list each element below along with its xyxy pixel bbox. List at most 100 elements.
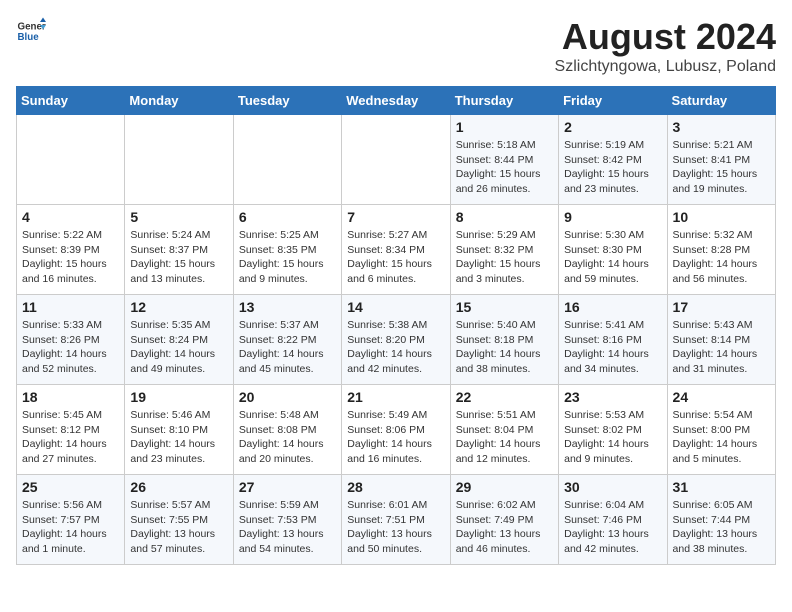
- weekday-header-thursday: Thursday: [450, 87, 558, 115]
- day-info: Sunrise: 5:24 AM Sunset: 8:37 PM Dayligh…: [130, 228, 227, 287]
- month-title: August 2024: [555, 16, 776, 58]
- svg-text:Blue: Blue: [18, 32, 40, 43]
- day-cell: 23 Sunrise: 5:53 AM Sunset: 8:02 PM Dayli…: [559, 385, 667, 475]
- week-row-3: 11 Sunrise: 5:33 AM Sunset: 8:26 PM Dayli…: [17, 295, 776, 385]
- day-number: 24: [673, 389, 770, 405]
- day-number: 31: [673, 479, 770, 495]
- day-number: 11: [22, 299, 119, 315]
- day-info: Sunrise: 5:56 AM Sunset: 7:57 PM Dayligh…: [22, 498, 119, 557]
- day-cell: 29 Sunrise: 6:02 AM Sunset: 7:49 PM Dayli…: [450, 475, 558, 565]
- day-info: Sunrise: 5:51 AM Sunset: 8:04 PM Dayligh…: [456, 408, 553, 467]
- day-info: Sunrise: 5:21 AM Sunset: 8:41 PM Dayligh…: [673, 138, 770, 197]
- day-number: 6: [239, 209, 336, 225]
- day-number: 1: [456, 119, 553, 135]
- day-number: 19: [130, 389, 227, 405]
- day-cell: 9 Sunrise: 5:30 AM Sunset: 8:30 PM Daylig…: [559, 205, 667, 295]
- day-cell: 3 Sunrise: 5:21 AM Sunset: 8:41 PM Daylig…: [667, 115, 775, 205]
- day-info: Sunrise: 5:53 AM Sunset: 8:02 PM Dayligh…: [564, 408, 661, 467]
- day-number: 3: [673, 119, 770, 135]
- day-info: Sunrise: 5:22 AM Sunset: 8:39 PM Dayligh…: [22, 228, 119, 287]
- location-title: Szlichtyngowa, Lubusz, Poland: [555, 58, 776, 76]
- day-cell: 14Sunrise: 5:38 AM Sunset: 8:20 PM Dayli…: [342, 295, 450, 385]
- day-cell: 30Sunrise: 6:04 AM Sunset: 7:46 PM Dayli…: [559, 475, 667, 565]
- weekday-header-row: SundayMondayTuesdayWednesdayThursdayFrid…: [17, 87, 776, 115]
- day-number: 22: [456, 389, 553, 405]
- day-cell: 5 Sunrise: 5:24 AM Sunset: 8:37 PM Daylig…: [125, 205, 233, 295]
- day-cell: 10Sunrise: 5:32 AM Sunset: 8:28 PM Dayli…: [667, 205, 775, 295]
- day-info: Sunrise: 5:45 AM Sunset: 8:12 PM Dayligh…: [22, 408, 119, 467]
- weekday-header-tuesday: Tuesday: [233, 87, 341, 115]
- day-info: Sunrise: 5:49 AM Sunset: 8:06 PM Dayligh…: [347, 408, 444, 467]
- day-cell: 25 Sunrise: 5:56 AM Sunset: 7:57 PM Dayli…: [17, 475, 125, 565]
- day-info: Sunrise: 6:01 AM Sunset: 7:51 PM Dayligh…: [347, 498, 444, 557]
- day-cell: 27Sunrise: 5:59 AM Sunset: 7:53 PM Dayli…: [233, 475, 341, 565]
- day-number: 25: [22, 479, 119, 495]
- day-cell: 24 Sunrise: 5:54 AM Sunset: 8:00 PM Dayli…: [667, 385, 775, 475]
- day-cell: 11 Sunrise: 5:33 AM Sunset: 8:26 PM Dayli…: [17, 295, 125, 385]
- day-cell: 1 Sunrise: 5:18 AM Sunset: 8:44 PM Daylig…: [450, 115, 558, 205]
- day-cell: 18Sunrise: 5:45 AM Sunset: 8:12 PM Dayli…: [17, 385, 125, 475]
- day-number: 13: [239, 299, 336, 315]
- day-info: Sunrise: 5:40 AM Sunset: 8:18 PM Dayligh…: [456, 318, 553, 377]
- day-info: Sunrise: 6:02 AM Sunset: 7:49 PM Dayligh…: [456, 498, 553, 557]
- logo-icon: General Blue: [16, 16, 46, 46]
- day-cell: 21 Sunrise: 5:49 AM Sunset: 8:06 PM Dayli…: [342, 385, 450, 475]
- day-info: Sunrise: 5:30 AM Sunset: 8:30 PM Dayligh…: [564, 228, 661, 287]
- day-number: 10: [673, 209, 770, 225]
- day-info: Sunrise: 5:18 AM Sunset: 8:44 PM Dayligh…: [456, 138, 553, 197]
- week-row-5: 25 Sunrise: 5:56 AM Sunset: 7:57 PM Dayli…: [17, 475, 776, 565]
- day-info: Sunrise: 5:38 AM Sunset: 8:20 PM Dayligh…: [347, 318, 444, 377]
- day-info: Sunrise: 5:57 AM Sunset: 7:55 PM Dayligh…: [130, 498, 227, 557]
- day-cell: 17 Sunrise: 5:43 AM Sunset: 8:14 PM Dayli…: [667, 295, 775, 385]
- day-cell: 2 Sunrise: 5:19 AM Sunset: 8:42 PM Daylig…: [559, 115, 667, 205]
- day-info: Sunrise: 5:19 AM Sunset: 8:42 PM Dayligh…: [564, 138, 661, 197]
- page-header: General Blue August 2024 Szlichtyngowa, …: [16, 16, 776, 76]
- day-info: Sunrise: 6:04 AM Sunset: 7:46 PM Dayligh…: [564, 498, 661, 557]
- day-number: 5: [130, 209, 227, 225]
- day-cell: 8 Sunrise: 5:29 AM Sunset: 8:32 PM Daylig…: [450, 205, 558, 295]
- day-number: 17: [673, 299, 770, 315]
- day-info: Sunrise: 6:05 AM Sunset: 7:44 PM Dayligh…: [673, 498, 770, 557]
- day-number: 27: [239, 479, 336, 495]
- logo: General Blue: [16, 16, 46, 46]
- day-info: Sunrise: 5:54 AM Sunset: 8:00 PM Dayligh…: [673, 408, 770, 467]
- day-info: Sunrise: 5:25 AM Sunset: 8:35 PM Dayligh…: [239, 228, 336, 287]
- day-cell: 31 Sunrise: 6:05 AM Sunset: 7:44 PM Dayli…: [667, 475, 775, 565]
- day-cell: 22 Sunrise: 5:51 AM Sunset: 8:04 PM Dayli…: [450, 385, 558, 475]
- week-row-4: 18Sunrise: 5:45 AM Sunset: 8:12 PM Dayli…: [17, 385, 776, 475]
- day-cell: [233, 115, 341, 205]
- weekday-header-friday: Friday: [559, 87, 667, 115]
- day-number: 2: [564, 119, 661, 135]
- day-info: Sunrise: 5:27 AM Sunset: 8:34 PM Dayligh…: [347, 228, 444, 287]
- day-info: Sunrise: 5:35 AM Sunset: 8:24 PM Dayligh…: [130, 318, 227, 377]
- day-cell: 20Sunrise: 5:48 AM Sunset: 8:08 PM Dayli…: [233, 385, 341, 475]
- day-info: Sunrise: 5:41 AM Sunset: 8:16 PM Dayligh…: [564, 318, 661, 377]
- day-cell: 15Sunrise: 5:40 AM Sunset: 8:18 PM Dayli…: [450, 295, 558, 385]
- day-cell: [17, 115, 125, 205]
- day-number: 9: [564, 209, 661, 225]
- day-info: Sunrise: 5:48 AM Sunset: 8:08 PM Dayligh…: [239, 408, 336, 467]
- day-number: 23: [564, 389, 661, 405]
- calendar-table: SundayMondayTuesdayWednesdayThursdayFrid…: [16, 86, 776, 565]
- day-number: 29: [456, 479, 553, 495]
- day-number: 4: [22, 209, 119, 225]
- day-cell: 16 Sunrise: 5:41 AM Sunset: 8:16 PM Dayli…: [559, 295, 667, 385]
- day-cell: [342, 115, 450, 205]
- day-number: 8: [456, 209, 553, 225]
- day-number: 26: [130, 479, 227, 495]
- week-row-2: 4 Sunrise: 5:22 AM Sunset: 8:39 PM Daylig…: [17, 205, 776, 295]
- day-info: Sunrise: 5:29 AM Sunset: 8:32 PM Dayligh…: [456, 228, 553, 287]
- week-row-1: 1 Sunrise: 5:18 AM Sunset: 8:44 PM Daylig…: [17, 115, 776, 205]
- day-info: Sunrise: 5:33 AM Sunset: 8:26 PM Dayligh…: [22, 318, 119, 377]
- day-number: 21: [347, 389, 444, 405]
- day-cell: 13 Sunrise: 5:37 AM Sunset: 8:22 PM Dayli…: [233, 295, 341, 385]
- weekday-header-wednesday: Wednesday: [342, 87, 450, 115]
- calendar-body: 1 Sunrise: 5:18 AM Sunset: 8:44 PM Daylig…: [17, 115, 776, 565]
- day-info: Sunrise: 5:43 AM Sunset: 8:14 PM Dayligh…: [673, 318, 770, 377]
- day-number: 7: [347, 209, 444, 225]
- weekday-header-saturday: Saturday: [667, 87, 775, 115]
- day-info: Sunrise: 5:46 AM Sunset: 8:10 PM Dayligh…: [130, 408, 227, 467]
- day-number: 16: [564, 299, 661, 315]
- day-info: Sunrise: 5:37 AM Sunset: 8:22 PM Dayligh…: [239, 318, 336, 377]
- day-cell: 26 Sunrise: 5:57 AM Sunset: 7:55 PM Dayli…: [125, 475, 233, 565]
